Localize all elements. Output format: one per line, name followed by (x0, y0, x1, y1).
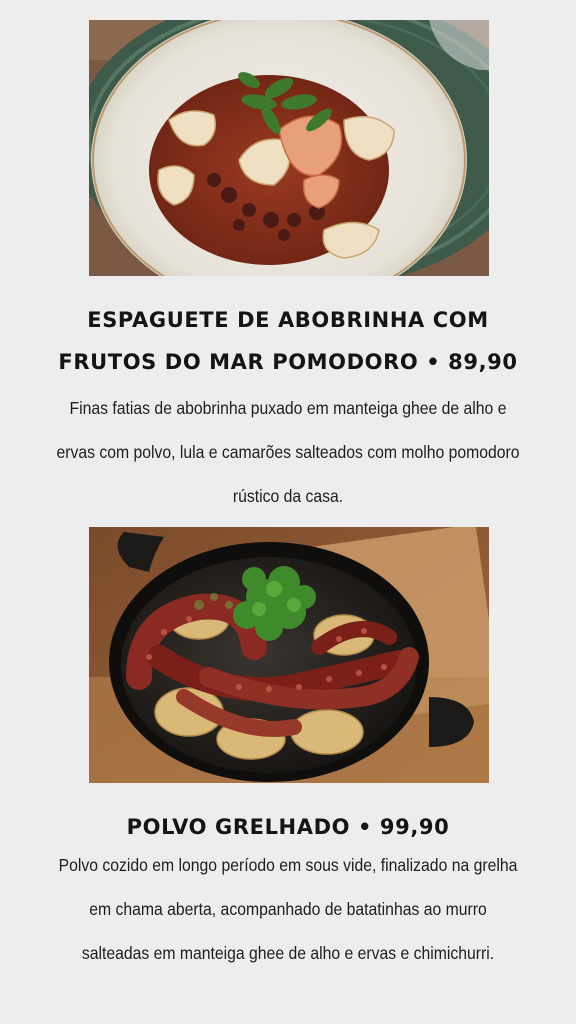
dish-title-espaguete: ESPAGUETE DE ABOBRINHA COM FRUTOS DO MAR… (58, 308, 518, 374)
dish-description-espaguete: Finas fatias de abobrinha puxado em mant… (56, 398, 520, 506)
dish-photo-polvo (89, 527, 489, 783)
dish-photo-espaguete (89, 20, 489, 276)
dish-description-polvo: Polvo cozido em longo período em sous vi… (58, 855, 518, 963)
dish-title-polvo: POLVO GRELHADO • 99,90 (126, 815, 450, 839)
